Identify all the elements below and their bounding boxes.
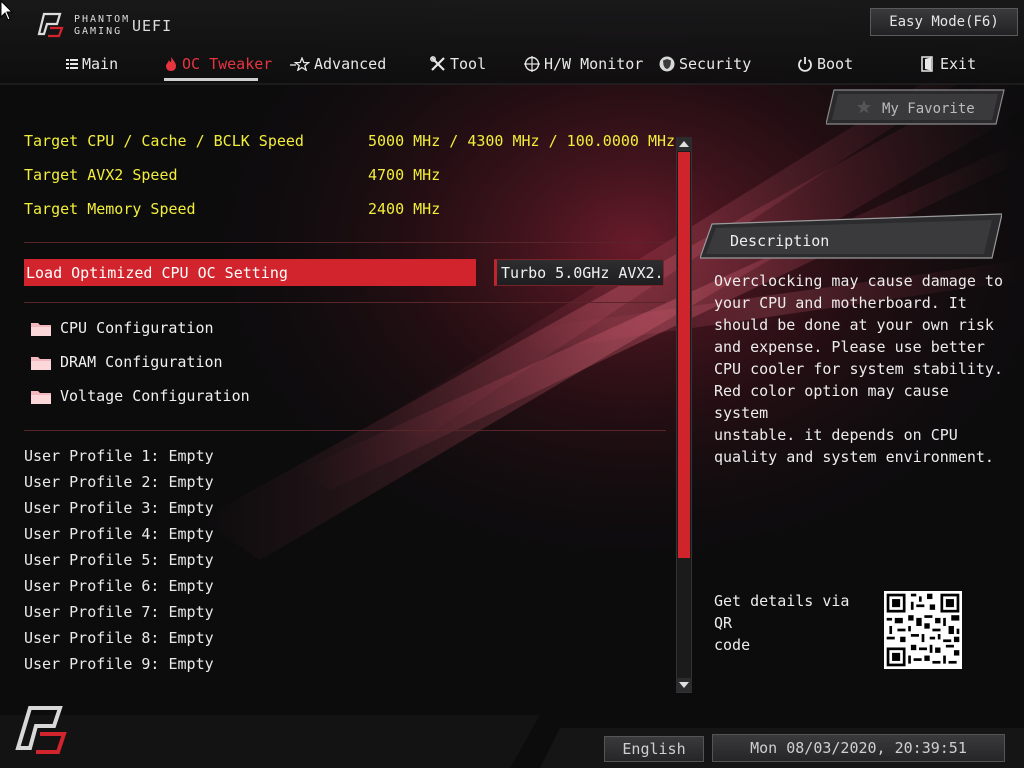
user-profile-5[interactable]: User Profile 5: Empty xyxy=(24,551,214,569)
exit-icon xyxy=(921,56,933,72)
target-avx2-speed-value: 4700 MHz xyxy=(368,166,441,184)
user-profile-2[interactable]: User Profile 2: Empty xyxy=(24,473,214,491)
description-line: unstable. it depends on CPU xyxy=(714,426,958,444)
load-optimized-cpu-oc-setting-row[interactable]: Load Optimized CPU OC Setting xyxy=(24,259,476,286)
tab-oc-tweaker-label: OC Tweaker xyxy=(182,55,273,73)
description-header: Description xyxy=(700,212,1002,260)
arrow-up-icon xyxy=(679,141,689,147)
user-profile-7[interactable]: User Profile 7: Empty xyxy=(24,603,214,621)
target-memory-speed-value: 2400 MHz xyxy=(368,200,441,218)
date-time-display: Mon 08/03/2020, 20:39:51 xyxy=(712,734,1005,762)
description-line: CPU cooler for system stability. xyxy=(714,360,1003,378)
voltage-configuration-item[interactable]: Voltage Configuration xyxy=(30,387,250,405)
load-optimized-cpu-oc-setting-dropdown[interactable]: Turbo 5.0GHz AVX2... xyxy=(494,259,664,286)
separator xyxy=(24,242,666,243)
list-icon xyxy=(66,59,78,69)
target-memory-speed-label: Target Memory Speed xyxy=(24,200,196,218)
tab-main-label: Main xyxy=(82,55,119,73)
phantom-gaming-emblem-icon xyxy=(15,706,67,754)
description-text: Overclocking may cause damage to your CP… xyxy=(714,270,1004,468)
tab-boot[interactable]: Boot xyxy=(797,52,853,76)
description-line: should be done at your own risk xyxy=(714,316,994,334)
qr-code-icon xyxy=(884,591,962,669)
footer-logo xyxy=(10,704,70,758)
easy-mode-button[interactable]: Easy Mode(F6) xyxy=(870,8,1018,36)
folder-icon xyxy=(31,323,51,336)
cpu-configuration-item[interactable]: CPU Configuration xyxy=(30,319,214,337)
crosshair-icon xyxy=(524,56,540,72)
description-line: and expense. Please use better xyxy=(714,338,985,356)
tab-hw-monitor[interactable]: H/W Monitor xyxy=(524,52,643,76)
brand-uefi: UEFI xyxy=(132,17,173,35)
folder-icon xyxy=(31,357,51,370)
cpu-configuration-label: CPU Configuration xyxy=(60,319,214,337)
my-favorite-button[interactable]: My Favorite xyxy=(826,88,1006,126)
scroll-up-button[interactable] xyxy=(676,137,692,151)
active-tab-underline xyxy=(164,78,258,81)
brand-line2: GAMING xyxy=(74,26,123,37)
tab-tool-label: Tool xyxy=(450,55,487,73)
description-title: Description xyxy=(730,232,830,250)
description-line: quality and system environment. xyxy=(714,448,994,466)
main-nav-tabs: Main OC Tweaker Advanced Tool H/W Monito… xyxy=(0,46,1024,82)
user-profile-3[interactable]: User Profile 3: Empty xyxy=(24,499,214,517)
target-cpu-speed-label: Target CPU / Cache / BCLK Speed xyxy=(24,132,304,150)
tab-boot-label: Boot xyxy=(817,55,854,73)
power-icon xyxy=(798,57,812,72)
user-profile-1[interactable]: User Profile 1: Empty xyxy=(24,447,214,465)
flame-icon xyxy=(166,57,176,71)
brand-line1: PHANTOM xyxy=(74,14,131,25)
qr-caption-line: Get details via QR xyxy=(714,592,850,632)
user-profile-8[interactable]: User Profile 8: Empty xyxy=(24,629,214,647)
tab-advanced[interactable]: Advanced xyxy=(290,52,386,76)
tab-security[interactable]: Security xyxy=(659,52,751,76)
description-line: your CPU and motherboard. It xyxy=(714,294,967,312)
user-profile-6[interactable]: User Profile 6: Empty xyxy=(24,577,214,595)
qr-caption: Get details via QR code xyxy=(714,590,874,656)
target-avx2-speed-label: Target AVX2 Speed xyxy=(24,166,178,184)
scroll-down-button[interactable] xyxy=(676,678,692,692)
language-selector[interactable]: English xyxy=(604,736,704,762)
description-line: Red color option may cause system xyxy=(714,382,949,422)
dram-configuration-label: DRAM Configuration xyxy=(60,353,223,371)
shield-icon xyxy=(659,56,675,72)
star-icon xyxy=(290,57,310,71)
load-optimized-cpu-oc-setting-label: Load Optimized CPU OC Setting xyxy=(26,263,288,282)
target-cpu-speed-value: 5000 MHz / 4300 MHz / 100.0000 MHz xyxy=(368,132,676,150)
separator xyxy=(24,302,666,303)
load-optimized-cpu-oc-setting-value: Turbo 5.0GHz AVX2... xyxy=(501,263,664,282)
phantom-gaming-emblem-icon xyxy=(37,12,64,38)
dram-configuration-item[interactable]: DRAM Configuration xyxy=(30,353,223,371)
mouse-cursor xyxy=(0,0,14,22)
folder-icon xyxy=(31,391,51,404)
tab-exit-label: Exit xyxy=(940,55,977,73)
easy-mode-label: Easy Mode(F6) xyxy=(889,14,999,30)
my-favorite-label: My Favorite xyxy=(882,101,975,117)
scrollbar-thumb[interactable] xyxy=(678,152,690,558)
tab-exit[interactable]: Exit xyxy=(920,52,976,76)
phantom-gaming-logo: PHANTOM GAMING UEFI xyxy=(36,12,171,40)
tab-oc-tweaker[interactable]: OC Tweaker xyxy=(164,52,272,76)
user-profile-9[interactable]: User Profile 9: Empty xyxy=(24,655,214,673)
tab-hw-monitor-label: H/W Monitor xyxy=(544,55,644,73)
tools-icon xyxy=(430,56,445,71)
arrow-down-icon xyxy=(679,682,689,688)
voltage-configuration-label: Voltage Configuration xyxy=(60,387,250,405)
favorite-star-icon xyxy=(857,100,871,114)
qr-caption-line: code xyxy=(714,636,751,654)
language-label: English xyxy=(622,740,686,758)
cursor-arrow-icon xyxy=(0,0,14,21)
tab-main[interactable]: Main xyxy=(66,52,118,76)
user-profile-4[interactable]: User Profile 4: Empty xyxy=(24,525,214,543)
separator xyxy=(24,430,666,431)
description-line: Overclocking may cause damage to xyxy=(714,272,1003,290)
date-time-text: Mon 08/03/2020, 20:39:51 xyxy=(750,739,967,757)
tab-advanced-label: Advanced xyxy=(314,55,387,73)
tab-tool[interactable]: Tool xyxy=(430,52,486,76)
qr-code xyxy=(884,591,962,669)
tab-security-label: Security xyxy=(679,55,752,73)
